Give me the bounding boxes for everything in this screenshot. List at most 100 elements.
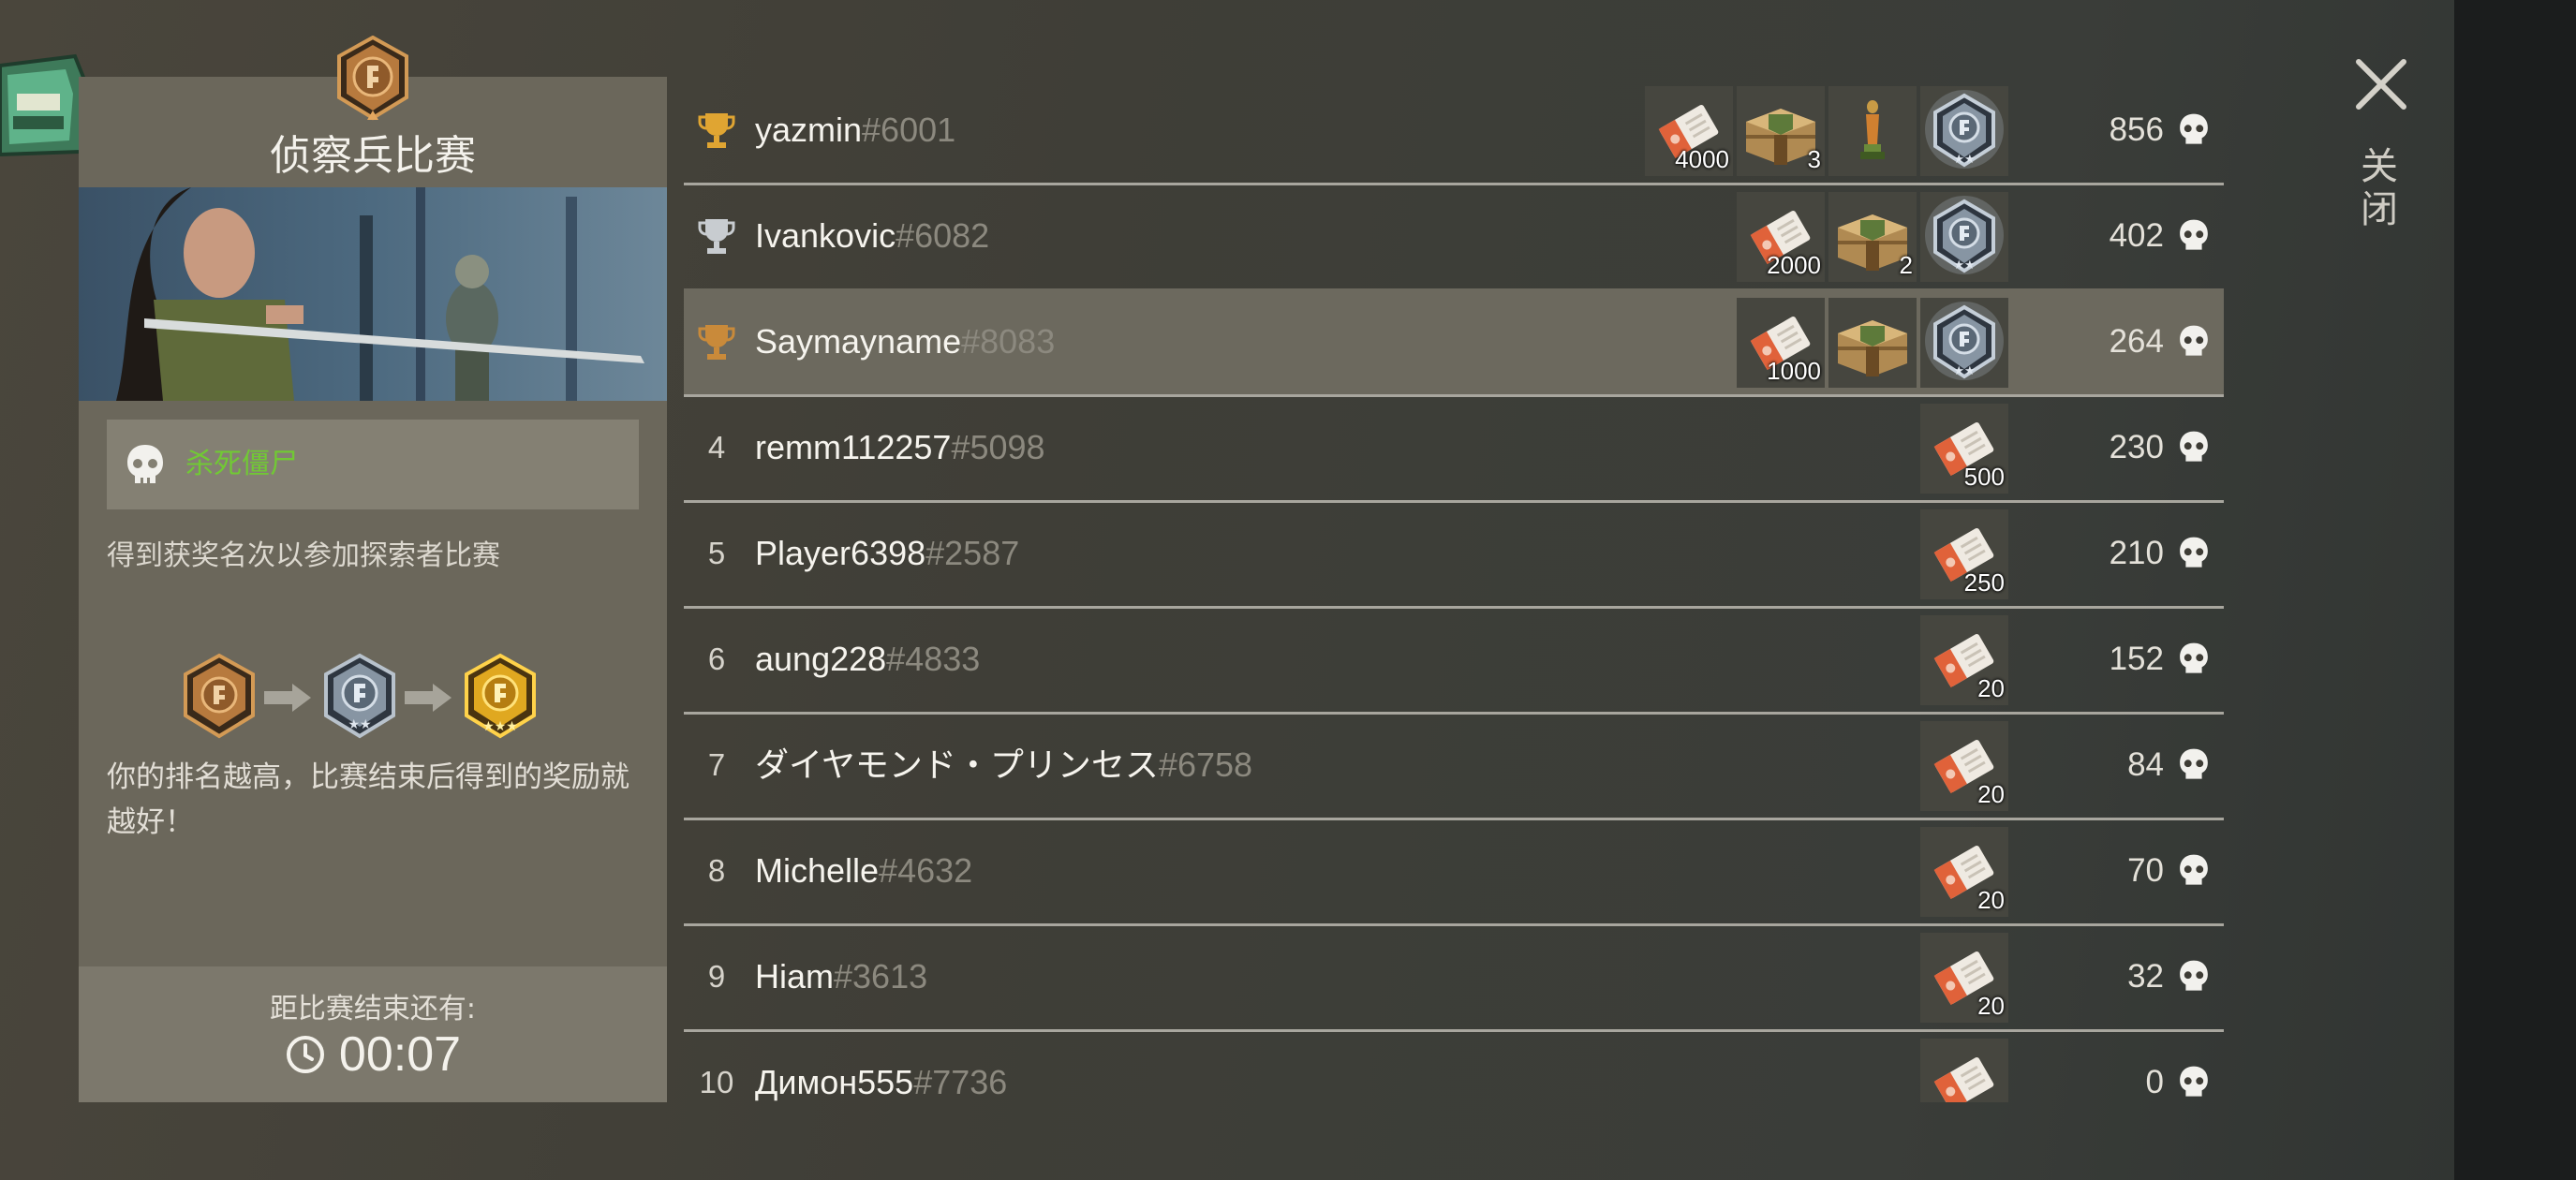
- reward-list: [1920, 1039, 2008, 1102]
- reward-item[interactable]: 20: [1920, 615, 2008, 705]
- svg-text:★★: ★★: [348, 717, 371, 732]
- player-name: ダイヤモンド・プリンセス#6758: [755, 745, 1253, 784]
- timer-value: 00:07: [338, 1027, 462, 1082]
- skull-icon: [2180, 1066, 2208, 1097]
- arrow-right-icon: [405, 684, 452, 712]
- player-name: Hiam#3613: [755, 957, 928, 996]
- reward-item[interactable]: 4000: [1645, 86, 1733, 176]
- rank-number: 8: [707, 852, 726, 888]
- close-icon: [2356, 59, 2406, 110]
- skull-icon: [2180, 431, 2208, 462]
- score: 70: [2127, 852, 2164, 889]
- reward-list: 1000 ★★: [1737, 298, 2008, 388]
- leaderboard-row[interactable]: 5 Player6398#2587 250 210: [684, 500, 2224, 609]
- reward-item[interactable]: 2: [1828, 192, 1917, 282]
- skull-icon: [2180, 537, 2208, 568]
- silver-trophy-icon: [698, 218, 735, 254]
- leaderboard-row[interactable]: 6 aung228#4833 20 152: [684, 606, 2224, 715]
- leaderboard: yazmin#6001 4000 3 ★★ 856 Ivankovic#6082…: [684, 77, 2224, 1102]
- player-name: Michelle#4632: [755, 851, 973, 890]
- leaderboard-row[interactable]: 9 Hiam#3613 20 32: [684, 923, 2224, 1032]
- event-description: 得到获奖名次以参加探索者比赛: [107, 539, 500, 572]
- reward-list: 250: [1920, 509, 2008, 599]
- player-name: aung228#4833: [755, 640, 981, 678]
- rank-progression: ★★ ★★★: [178, 652, 571, 745]
- close-label[interactable]: 关闭: [2356, 145, 2403, 231]
- svg-text:★★: ★★: [1953, 364, 1975, 378]
- leaderboard-row[interactable]: 10 Димон555#7736 0: [684, 1029, 2224, 1102]
- score: 264: [2109, 323, 2164, 360]
- rank-number: 5: [707, 535, 726, 570]
- skull-icon: [2180, 219, 2208, 250]
- reward-item[interactable]: 20: [1920, 721, 2008, 811]
- skull-icon: [2180, 748, 2208, 779]
- reward-item[interactable]: ★★: [1920, 298, 2008, 388]
- reward-list: 20: [1920, 827, 2008, 917]
- gold-trophy-icon: [698, 112, 735, 148]
- clock-icon: [286, 1036, 324, 1073]
- reward-item[interactable]: [1828, 298, 1917, 388]
- arrow-right-icon: [264, 684, 311, 712]
- player-name: yazmin#6001: [755, 111, 956, 149]
- rank-number: 10: [699, 1064, 734, 1099]
- reward-item[interactable]: [1828, 86, 1917, 176]
- event-title: 侦察兵比赛: [270, 132, 476, 180]
- reward-item[interactable]: 20: [1920, 933, 2008, 1023]
- leaderboard-row[interactable]: yazmin#6001 4000 3 ★★ 856: [684, 77, 2224, 185]
- reward-item[interactable]: 2000: [1737, 192, 1825, 282]
- timer-label: 距比赛结束还有:: [269, 993, 477, 1025]
- reward-item[interactable]: 20: [1920, 827, 2008, 917]
- skull-icon: [2180, 113, 2208, 144]
- crate-icon: [1838, 320, 1907, 376]
- bronze-rank-medal-icon: [335, 35, 410, 122]
- close-button[interactable]: [2353, 56, 2409, 112]
- silver-badge-icon: ★★: [1925, 90, 2004, 169]
- reward-item[interactable]: 1000: [1737, 298, 1825, 388]
- timer-box: 距比赛结束还有: 00:07: [79, 966, 667, 1102]
- score: 84: [2127, 746, 2164, 783]
- rank-number: 7: [707, 746, 726, 782]
- skull-icon: [127, 445, 163, 483]
- gold-badge-icon: ★★★: [465, 653, 536, 739]
- reward-list: 20: [1920, 721, 2008, 811]
- score: 32: [2127, 958, 2164, 995]
- svg-text:★★★: ★★★: [482, 719, 518, 734]
- objective-text: 杀死僵尸: [185, 448, 298, 480]
- reward-list: 4000 3 ★★: [1645, 86, 2008, 176]
- reward-list: 500: [1920, 404, 2008, 494]
- leaderboard-row[interactable]: 4 remm112257#5098 500 230: [684, 394, 2224, 503]
- right-edge-strip: [2454, 0, 2576, 1180]
- score: 152: [2109, 641, 2164, 677]
- silver-badge-icon: ★★: [324, 653, 395, 739]
- reward-item[interactable]: 500: [1920, 404, 2008, 494]
- ticket-icon: [1933, 1057, 1994, 1102]
- reward-item[interactable]: 3: [1737, 86, 1825, 176]
- score: 210: [2109, 535, 2164, 571]
- silver-badge-icon: ★★: [1925, 302, 2004, 380]
- score: 402: [2109, 217, 2164, 254]
- rank-number: 4: [707, 429, 726, 465]
- leaderboard-row[interactable]: 8 Michelle#4632 20 70: [684, 818, 2224, 926]
- objective-row: 杀死僵尸: [107, 420, 639, 509]
- score: 0: [2145, 1064, 2164, 1100]
- rank-number: 9: [707, 958, 726, 994]
- player-name: Ivankovic#6082: [755, 216, 990, 255]
- svg-text:★★: ★★: [1953, 258, 1975, 273]
- skull-icon: [2180, 642, 2208, 673]
- game-logo: [0, 47, 89, 159]
- reward-item[interactable]: 250: [1920, 509, 2008, 599]
- leaderboard-row[interactable]: 7 ダイヤモンド・プリンセス#6758 20 84: [684, 712, 2224, 820]
- player-name: remm112257#5098: [755, 428, 1045, 466]
- leaderboard-row-current-player[interactable]: Saymayname#8083 1000 ★★ 264: [684, 288, 2224, 397]
- reward-list: 2000 2 ★★: [1737, 192, 2008, 282]
- reward-item[interactable]: ★★: [1920, 86, 2008, 176]
- svg-text:★★: ★★: [1953, 153, 1975, 167]
- reward-item[interactable]: [1920, 1039, 2008, 1102]
- reward-list: 20: [1920, 615, 2008, 705]
- skull-icon: [2180, 325, 2208, 356]
- skull-icon: [2180, 960, 2208, 991]
- rank-number: 6: [707, 641, 726, 676]
- reward-item[interactable]: ★★: [1920, 192, 2008, 282]
- leaderboard-row[interactable]: Ivankovic#6082 2000 2 ★★ 402: [684, 183, 2224, 291]
- reward-list: 20: [1920, 933, 2008, 1023]
